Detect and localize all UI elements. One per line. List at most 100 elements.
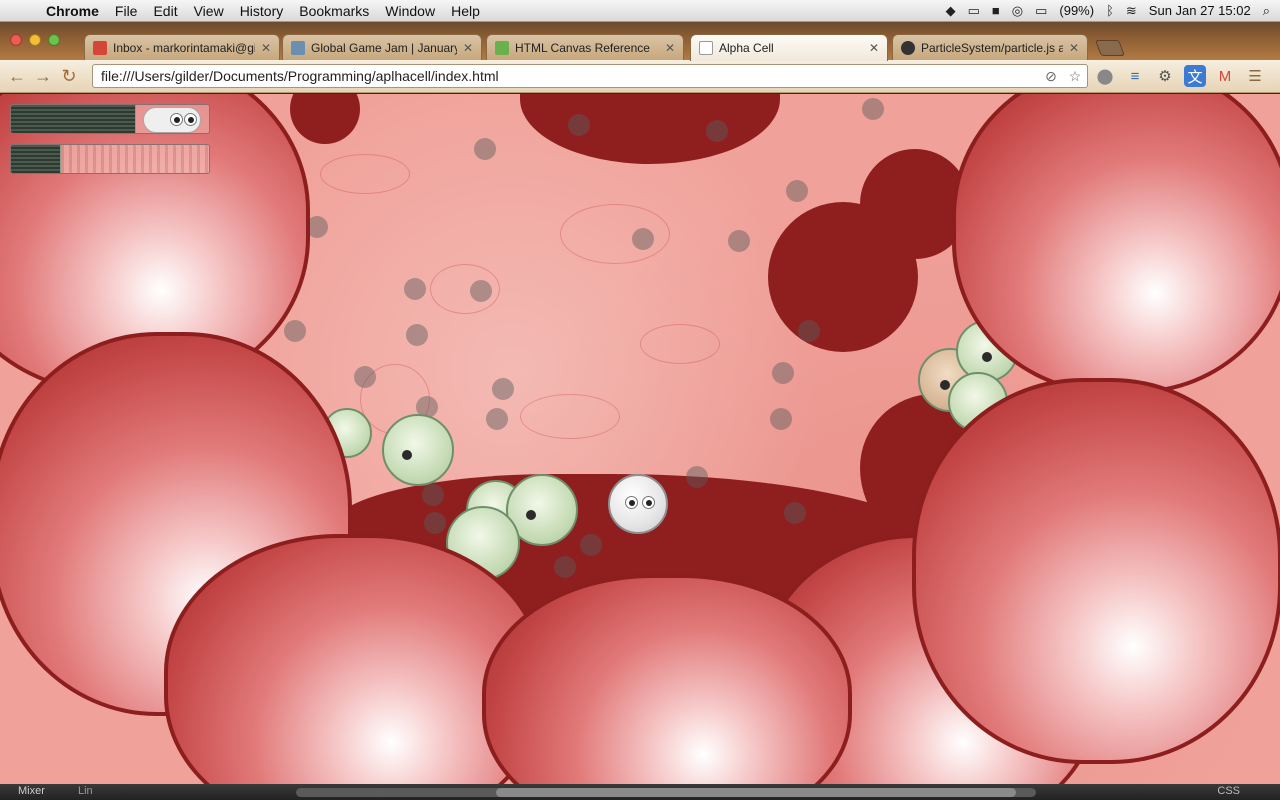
battery-icon[interactable]: ▭ [1035,3,1047,19]
tab-global-game-jam[interactable]: Global Game Jam | January ✕ [282,34,482,60]
tab-html-canvas-reference[interactable]: HTML Canvas Reference ✕ [486,34,684,60]
github-icon [901,40,915,55]
close-window-button[interactable] [10,34,22,46]
css-label[interactable]: CSS [1217,785,1240,797]
energy-bar-empty [60,145,209,173]
menu-bar: Chrome File Edit View History Bookmarks … [0,0,1280,22]
blood-pool [290,94,360,144]
ad-block-icon[interactable]: ⊘ [1039,68,1063,85]
bookmark-star-icon[interactable]: ☆ [1063,68,1087,85]
close-icon[interactable]: ✕ [463,41,473,55]
folder-icon[interactable]: ▭ [968,3,980,19]
health-bar-fill [11,105,136,133]
player-face-icon [143,107,201,133]
health-bar [10,104,210,134]
pupil [402,450,412,460]
player-eye-left [625,496,638,509]
particle [486,408,508,430]
menu-app-name[interactable]: Chrome [38,0,107,22]
player-eye-right [642,496,655,509]
translate-icon[interactable]: 文 [1184,65,1206,87]
settings-gear-icon[interactable]: ⚙ [1154,65,1176,87]
gmail-checker-icon[interactable]: M [1214,65,1236,87]
particle [492,378,514,400]
zoom-window-button[interactable] [48,34,60,46]
tab-label: ParticleSystem/particle.js at [921,40,1063,55]
particle [470,280,492,302]
spotlight-search-icon[interactable]: ⌕ [1263,3,1270,19]
energy-bar [10,144,210,174]
minimize-window-button[interactable] [29,34,41,46]
tissue-cell-bottom-center [482,574,852,784]
green-cell-enemy [382,414,454,486]
gmail-icon [93,40,107,55]
menu-icon[interactable]: ☰ [1244,65,1266,87]
menu-edit[interactable]: Edit [145,0,185,22]
pupil [940,380,950,390]
bottom-dock-strip: Mixer Lin CSS [0,784,1280,800]
mixer-label[interactable]: Mixer [18,785,45,797]
forward-arrow-icon[interactable]: → [30,66,56,87]
particle [474,138,496,160]
lin-label: Lin [78,785,93,797]
particle [798,320,820,342]
clock[interactable]: Sun Jan 27 15:02 [1149,3,1251,18]
binoculars-icon[interactable]: ◎ [1012,3,1023,19]
browser-toolbar: ← → ↻ file:///Users/gilder/Documents/Pro… [0,60,1280,93]
menu-view[interactable]: View [186,0,232,22]
extension-layers-icon[interactable]: ≡ [1124,65,1146,87]
page-icon [699,41,713,55]
particle [554,556,576,578]
tab-inbox[interactable]: Inbox - markorintamaki@gi ✕ [84,34,280,60]
particle [862,98,884,120]
tab-alpha-cell[interactable]: Alpha Cell ✕ [690,34,888,61]
vein-texture [640,324,720,364]
pupil [982,352,992,362]
close-icon[interactable]: ✕ [1069,41,1079,55]
hud-eye-right [184,113,197,126]
dropbox-icon[interactable]: ◆ [946,3,956,19]
tab-strip: Inbox - markorintamaki@gi ✕ Global Game … [0,22,1280,61]
close-icon[interactable]: ✕ [869,41,879,55]
particle [686,466,708,488]
particle [728,230,750,252]
particle [568,114,590,136]
tissue-cell-bottom-left [164,534,544,784]
player-cell[interactable] [608,474,668,534]
menu-history[interactable]: History [232,0,292,22]
extensions-area: ⬤ ≡ ⚙ 文 M ☰ [1094,65,1266,87]
pupil [526,510,536,520]
particle [404,278,426,300]
game-canvas[interactable] [0,94,1280,784]
vein-texture [320,154,410,194]
url-text[interactable]: file:///Users/gilder/Documents/Programmi… [101,68,1039,84]
new-tab-button[interactable] [1095,40,1125,56]
particle [406,324,428,346]
menu-help[interactable]: Help [443,0,488,22]
tab-particle-system[interactable]: ParticleSystem/particle.js at ✕ [892,34,1088,60]
particle [354,366,376,388]
particle [580,534,602,556]
close-icon[interactable]: ✕ [665,41,675,55]
w3schools-icon [495,40,509,55]
truck-icon[interactable]: ■ [992,3,1000,18]
globe-icon [291,40,305,55]
horizontal-scrollbar[interactable] [296,788,1036,797]
bluetooth-icon[interactable]: ᛒ [1106,3,1114,18]
particle [784,502,806,524]
close-icon[interactable]: ✕ [261,41,271,55]
reload-icon[interactable]: ↻ [56,66,82,87]
particle [424,512,446,534]
address-bar[interactable]: file:///Users/gilder/Documents/Programmi… [92,64,1088,88]
menu-window[interactable]: Window [377,0,443,22]
back-arrow-icon[interactable]: ← [4,66,30,87]
battery-percent[interactable]: (99%) [1059,3,1094,18]
extension-shield-icon[interactable]: ⬤ [1094,65,1116,87]
hud-eye-left [170,113,183,126]
menu-file[interactable]: File [107,0,146,22]
status-area: ◆ ▭ ■ ◎ ▭ (99%) ᛒ ≋ Sun Jan 27 15:02 ⌕ [946,3,1280,19]
wifi-icon[interactable]: ≋ [1126,3,1137,19]
scrollbar-thumb[interactable] [496,788,1016,797]
vein-texture [520,394,620,439]
menu-bookmarks[interactable]: Bookmarks [291,0,377,22]
